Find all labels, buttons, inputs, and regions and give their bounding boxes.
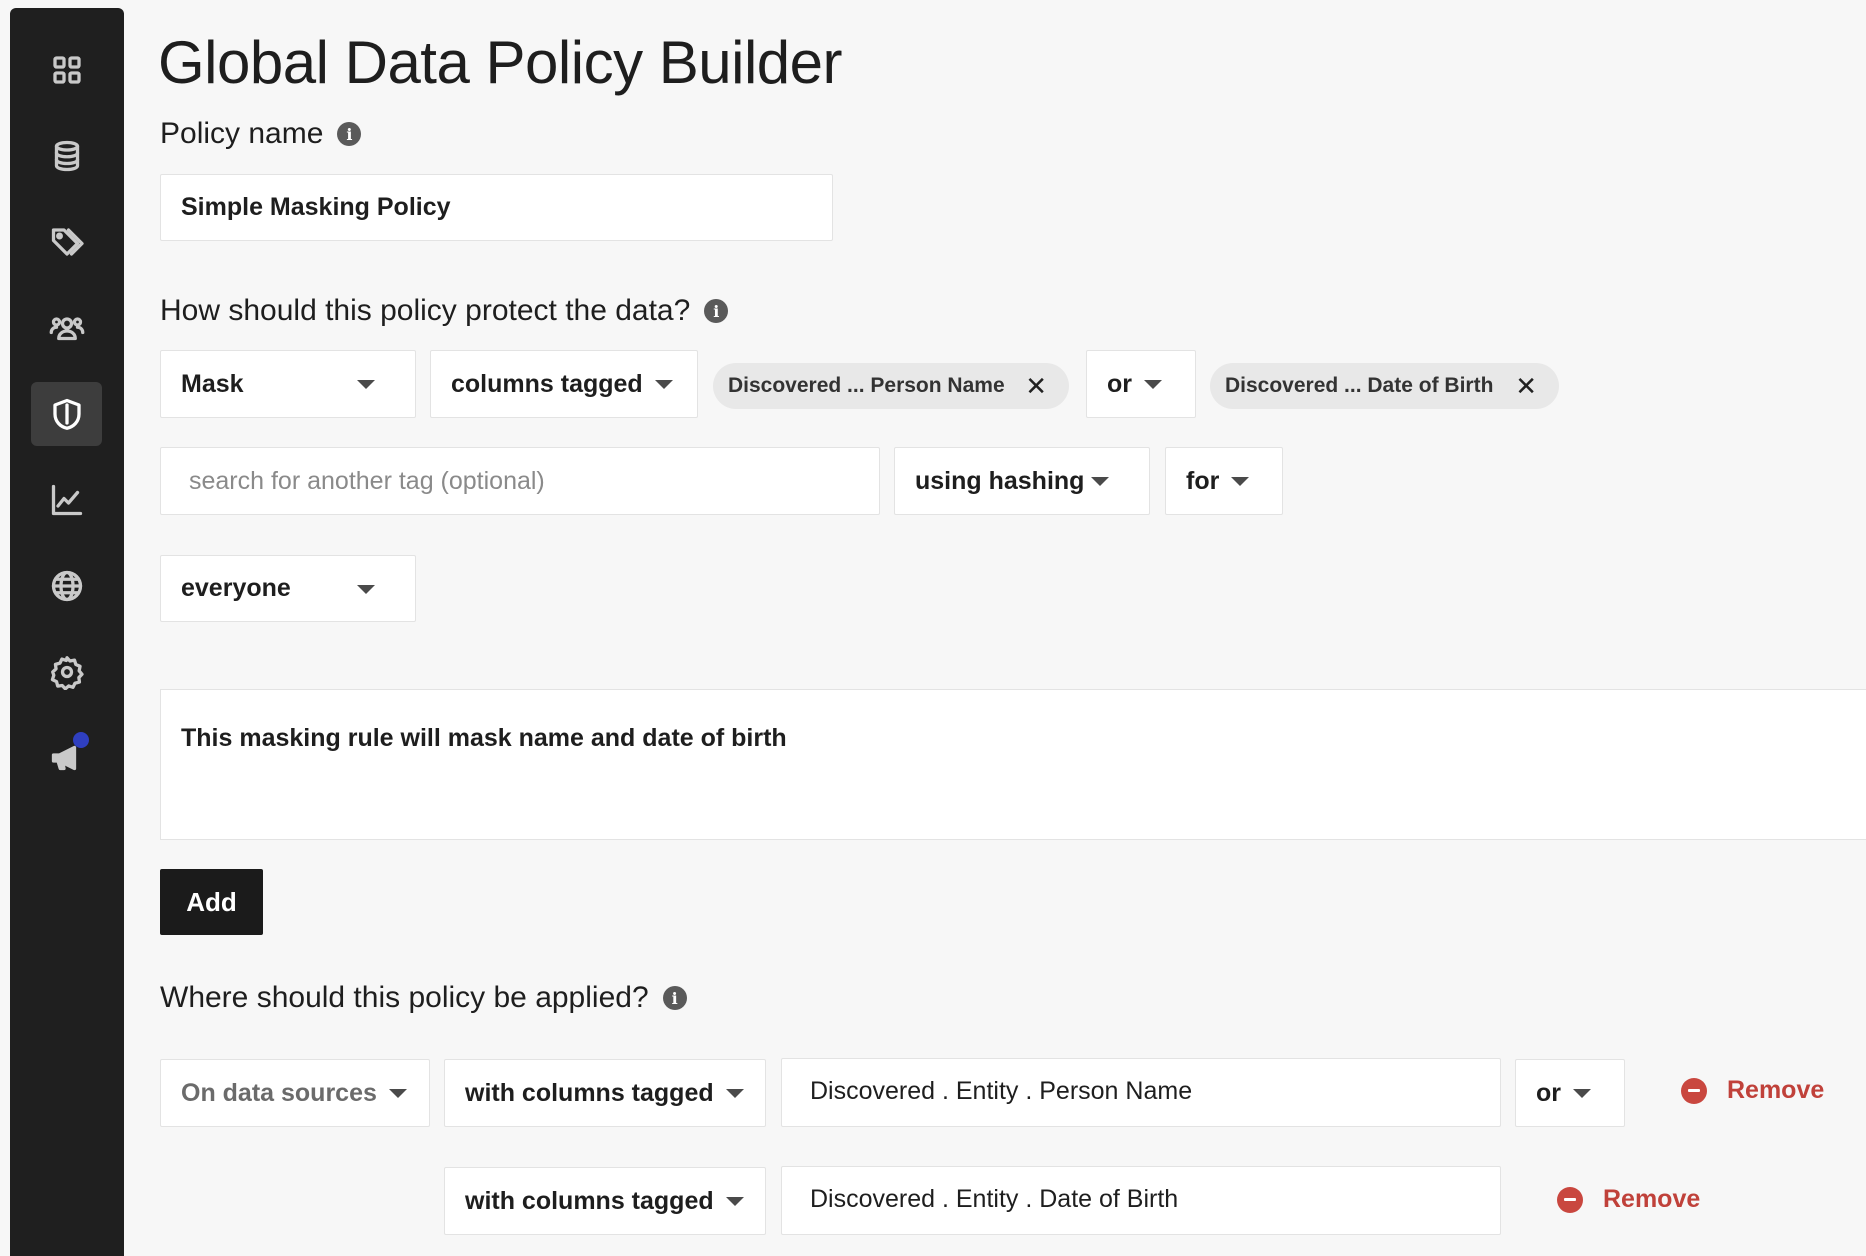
info-icon[interactable]: i	[662, 986, 687, 1010]
rule-description-value: This masking rule will mask name and dat…	[181, 724, 787, 752]
target-value: columns tagged	[451, 369, 643, 398]
tag-value: Discovered . Entity . Person Name	[810, 1077, 1193, 1105]
condition-value: with columns tagged	[465, 1186, 714, 1215]
tag-chip-label: Discovered ... Date of Birth	[1225, 374, 1494, 397]
info-icon[interactable]: i	[704, 299, 729, 323]
sidebar-item-settings[interactable]	[31, 640, 102, 704]
sidebar	[10, 8, 124, 1256]
minus-circle-icon	[1557, 1186, 1583, 1213]
tag-chip-label: Discovered ... Person Name	[728, 374, 1005, 397]
minus-circle-icon	[1681, 1077, 1707, 1104]
conjunction-dropdown[interactable]: or	[1086, 350, 1196, 418]
remove-button-2[interactable]: Remove	[1557, 1185, 1700, 1214]
sidebar-item-announcements[interactable]	[31, 726, 102, 790]
chevron-down-icon	[357, 380, 375, 389]
close-icon[interactable]: ✕	[1025, 373, 1047, 399]
gear-icon	[50, 656, 84, 690]
policy-name-label: Policy name i	[160, 117, 362, 151]
apply-section-label: Where should this policy be applied? i	[160, 981, 687, 1015]
globe-icon	[51, 570, 82, 602]
conjunction-value: or	[1107, 369, 1132, 398]
apply-conjunction-dropdown[interactable]: or	[1515, 1059, 1625, 1127]
sidebar-item-dashboard[interactable]	[31, 38, 102, 102]
chevron-down-icon	[357, 584, 375, 594]
tag-value-field-1[interactable]: Discovered . Entity . Person Name	[781, 1058, 1501, 1127]
sidebar-item-policies[interactable]	[31, 382, 102, 446]
info-icon[interactable]: i	[337, 122, 362, 146]
for-dropdown[interactable]: for	[1165, 447, 1283, 515]
apply-conjunction-value: or	[1536, 1078, 1561, 1107]
scope-value: On data sources	[181, 1078, 377, 1107]
chevron-down-icon	[654, 379, 673, 389]
chevron-down-icon	[1231, 476, 1250, 486]
action-value: Mask	[181, 369, 244, 398]
protect-section-label-text: How should this policy protect the data?	[160, 294, 691, 327]
chevron-down-icon	[1573, 1088, 1591, 1098]
chevron-down-icon	[1091, 477, 1109, 486]
tag-chip-date-of-birth: Discovered ... Date of Birth ✕	[1210, 363, 1559, 409]
audience-value: everyone	[181, 574, 291, 602]
tag-search-placeholder: search for another tag (optional)	[189, 466, 545, 495]
chart-icon	[51, 484, 82, 516]
tag-value: Discovered . Entity . Date of Birth	[810, 1185, 1179, 1213]
tags-icon	[51, 228, 84, 256]
sidebar-item-people[interactable]	[31, 296, 102, 360]
close-icon[interactable]: ✕	[1515, 373, 1537, 399]
users-icon	[49, 317, 84, 341]
protect-section-label: How should this policy protect the data?…	[160, 294, 729, 328]
audience-dropdown[interactable]: everyone	[160, 555, 416, 622]
sidebar-item-global[interactable]	[31, 554, 102, 618]
target-dropdown[interactable]: columns tagged	[430, 350, 698, 418]
policy-name-value: Simple Masking Policy	[181, 193, 451, 221]
chevron-down-icon	[725, 1088, 744, 1098]
dashboard-icon	[52, 56, 81, 84]
page-title: Global Data Policy Builder	[158, 29, 843, 96]
apply-section-label-text: Where should this policy be applied?	[160, 981, 649, 1014]
rule-description-textarea[interactable]: This masking rule will mask name and dat…	[160, 689, 1866, 840]
condition-dropdown-2[interactable]: with columns tagged	[444, 1167, 766, 1235]
for-value: for	[1186, 466, 1220, 495]
remove-button-1[interactable]: Remove	[1681, 1076, 1824, 1105]
condition-value: with columns tagged	[465, 1078, 714, 1107]
method-value: using hashing	[915, 466, 1085, 495]
scope-dropdown[interactable]: On data sources	[160, 1059, 430, 1127]
tag-search-input[interactable]: search for another tag (optional)	[160, 447, 880, 515]
sidebar-item-tags[interactable]	[31, 210, 102, 274]
tag-value-field-2[interactable]: Discovered . Entity . Date of Birth	[781, 1166, 1501, 1235]
condition-dropdown-1[interactable]: with columns tagged	[444, 1059, 766, 1127]
notification-dot	[73, 732, 89, 748]
action-dropdown[interactable]: Mask	[160, 350, 416, 418]
policy-name-label-text: Policy name	[160, 117, 324, 150]
method-dropdown[interactable]: using hashing	[894, 447, 1150, 515]
add-button[interactable]: Add	[160, 869, 263, 935]
remove-label: Remove	[1603, 1185, 1701, 1213]
chevron-down-icon	[725, 1196, 744, 1206]
chevron-down-icon	[1144, 379, 1162, 389]
policy-name-input[interactable]: Simple Masking Policy	[160, 174, 833, 241]
remove-label: Remove	[1727, 1076, 1825, 1104]
sidebar-item-audit[interactable]	[31, 468, 102, 532]
sidebar-item-data-sources[interactable]	[31, 124, 102, 188]
tag-chip-person-name: Discovered ... Person Name ✕	[713, 363, 1069, 409]
database-icon	[54, 140, 79, 172]
shield-icon	[52, 398, 81, 430]
chevron-down-icon	[388, 1088, 407, 1098]
